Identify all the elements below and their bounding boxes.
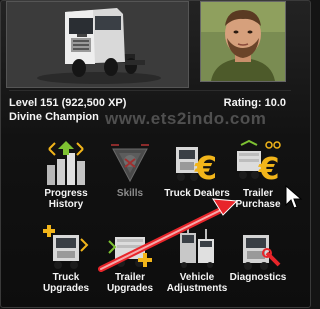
tile-label: Truck Dealers	[164, 188, 230, 199]
vehicle-adjustments-icon	[180, 227, 214, 268]
progress-history-icon	[47, 141, 85, 185]
trailer-upgrades-button[interactable]: Trailer Upgrades	[97, 223, 163, 294]
truck-image	[7, 2, 188, 87]
vehicle-adjustments-button[interactable]: Vehicle Adjustments	[164, 223, 230, 294]
tile-label: Trailer Purchase	[235, 188, 281, 210]
diagnostics-icon	[243, 235, 281, 270]
progress-history-button[interactable]: Progress History	[33, 139, 99, 210]
svg-text:€: €	[194, 149, 217, 187]
rank-title: Divine Champion	[9, 111, 99, 123]
svg-text:€: €	[258, 152, 280, 187]
watermark-text: www.ets2indo.com	[105, 109, 267, 128]
divider	[9, 90, 291, 91]
profile-panel: Level 151 (922,500 XP) Rating: 10.0 Divi…	[0, 0, 311, 308]
tile-label: Skills	[116, 188, 144, 199]
tile-label: Vehicle Adjustments	[166, 272, 228, 294]
truck-upgrades-icon	[43, 225, 89, 269]
truck-dealers-button[interactable]: € Truck Dealers	[164, 139, 230, 199]
trailer-purchase-button[interactable]: € Trailer Purchase	[225, 139, 291, 210]
tile-label: Diagnostics	[229, 272, 287, 283]
driver-portrait[interactable]	[200, 1, 286, 82]
driver-avatar	[201, 2, 285, 81]
truck-dealers-icon: €	[176, 147, 217, 187]
truck-preview[interactable]	[6, 1, 189, 88]
trailer-upgrades-icon	[108, 237, 152, 267]
skills-icon	[111, 144, 149, 183]
diagnostics-button[interactable]: Diagnostics	[225, 223, 291, 283]
skills-button[interactable]: Skills	[97, 139, 163, 199]
trailer-purchase-icon: €	[237, 139, 281, 187]
level-text: Level 151 (922,500 XP)	[9, 97, 127, 109]
rating-text: Rating: 10.0	[223, 97, 286, 109]
tile-label: Trailer Upgrades	[106, 272, 154, 294]
tile-label: Progress History	[44, 188, 88, 210]
tile-label: Truck Upgrades	[42, 272, 90, 294]
mouse-cursor-icon	[285, 185, 303, 209]
truck-upgrades-button[interactable]: Truck Upgrades	[33, 223, 99, 294]
